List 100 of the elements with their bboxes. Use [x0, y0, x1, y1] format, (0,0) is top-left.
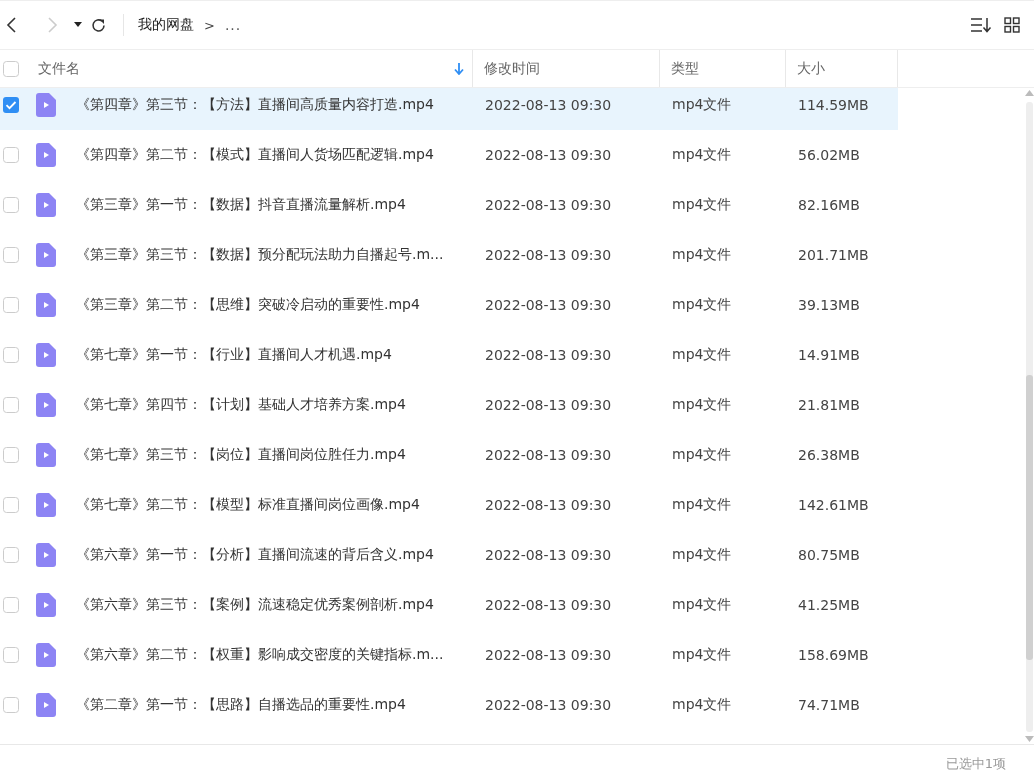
- video-file-icon: [36, 393, 56, 417]
- video-file-icon: [36, 593, 56, 617]
- modified-time: 2022-08-13 09:30: [484, 297, 613, 313]
- file-name: 《第七章》第一节：【行业】直播间人才机遇.mp4: [76, 346, 393, 364]
- video-file-icon: [36, 643, 56, 667]
- sort-icon[interactable]: [970, 17, 992, 33]
- file-name: 《第六章》第二节：【权重】影响成交密度的关键指标.m...: [76, 646, 445, 664]
- breadcrumb-more[interactable]: ...: [224, 17, 242, 33]
- video-file-icon: [36, 543, 56, 567]
- video-file-icon: [36, 443, 56, 467]
- file-row[interactable]: 《第四章》第二节：【模式】直播间人货场匹配逻辑.mp4 2022-08-13 09:30 mp4文件 56.02MB: [0, 130, 898, 180]
- file-size: 26.38MB: [797, 447, 860, 463]
- file-size: 114.59MB: [797, 97, 869, 113]
- modified-time: 2022-08-13 09:30: [484, 197, 613, 213]
- file-type: mp4文件: [671, 596, 733, 614]
- file-name: 《第三章》第二节：【思维】突破冷启动的重要性.mp4: [76, 296, 421, 314]
- file-size: 39.13MB: [797, 297, 860, 313]
- modified-time: 2022-08-13 09:30: [484, 447, 613, 463]
- row-checkbox[interactable]: [3, 147, 19, 163]
- row-checkbox[interactable]: [3, 697, 19, 713]
- modified-time: 2022-08-13 09:30: [484, 547, 613, 563]
- scrollbar-thumb[interactable]: [1026, 375, 1033, 660]
- scroll-down-icon[interactable]: [1025, 736, 1034, 742]
- row-checkbox[interactable]: [3, 247, 19, 263]
- breadcrumb-separator: >: [204, 17, 215, 33]
- file-row[interactable]: 《第二章》第一节：【思路】自播选品的重要性.mp4 2022-08-13 09:30 mp4文件 74.71MB: [0, 680, 898, 730]
- file-name: 《第七章》第四节：【计划】基础人才培养方案.mp4: [76, 396, 407, 414]
- modified-time: 2022-08-13 09:30: [484, 697, 613, 713]
- row-checkbox[interactable]: [3, 597, 19, 613]
- video-file-icon: [36, 143, 56, 167]
- file-name: 《第二章》第一节：【思路】自播选品的重要性.mp4: [76, 696, 407, 714]
- selection-count: 已选中1项: [945, 754, 1006, 773]
- file-name: 《第四章》第三节：【方法】直播间高质量内容打造.mp4: [76, 96, 435, 114]
- modified-time: 2022-08-13 09:30: [484, 347, 613, 363]
- refresh-icon[interactable]: [90, 16, 107, 34]
- breadcrumb-link[interactable]: 我的网盘: [138, 16, 194, 34]
- file-type: mp4文件: [671, 696, 733, 714]
- modified-time: 2022-08-13 09:30: [484, 97, 613, 113]
- file-name: 《第六章》第一节：【分析】直播间流速的背后含义.mp4: [76, 546, 435, 564]
- video-file-icon: [36, 243, 56, 267]
- row-checkbox[interactable]: [3, 647, 19, 663]
- file-row[interactable]: 《第三章》第三节：【数据】预分配玩法助力自播起号.m... 2022-08-13 09:30 mp4文件 201.71MB: [0, 230, 898, 280]
- file-size: 80.75MB: [797, 547, 860, 563]
- file-size: 82.16MB: [797, 197, 860, 213]
- modified-time: 2022-08-13 09:30: [484, 397, 613, 413]
- file-type: mp4文件: [671, 396, 733, 414]
- file-name: 《第三章》第三节：【数据】预分配玩法助力自播起号.m...: [76, 246, 445, 264]
- file-row[interactable]: 《第三章》第二节：【思维】突破冷启动的重要性.mp4 2022-08-13 09:30 mp4文件 39.13MB: [0, 280, 898, 330]
- file-name: 《第四章》第二节：【模式】直播间人货场匹配逻辑.mp4: [76, 146, 435, 164]
- video-file-icon: [36, 293, 56, 317]
- file-size: 142.61MB: [797, 497, 869, 513]
- file-row[interactable]: 《第六章》第三节：【案例】流速稳定优秀案例剖析.mp4 2022-08-13 09:30 mp4文件 41.25MB: [0, 580, 898, 630]
- column-header[interactable]: 文件名: [38, 59, 80, 78]
- file-row[interactable]: 《第七章》第二节：【模型】标准直播间岗位画像.mp4 2022-08-13 09:30 mp4文件 142.61MB: [0, 480, 898, 530]
- scroll-up-icon[interactable]: [1025, 90, 1034, 96]
- row-checkbox[interactable]: [3, 547, 19, 563]
- file-type: mp4文件: [671, 196, 733, 214]
- modified-time: 2022-08-13 09:30: [484, 597, 613, 613]
- file-row[interactable]: 《第六章》第一节：【分析】直播间流速的背后含义.mp4 2022-08-13 09:30 mp4文件 80.75MB: [0, 530, 898, 580]
- file-type: mp4文件: [671, 146, 733, 164]
- file-name: 《第七章》第二节：【模型】标准直播间岗位画像.mp4: [76, 496, 421, 514]
- file-type: mp4文件: [671, 446, 733, 464]
- file-type: mp4文件: [671, 296, 733, 314]
- row-checkbox[interactable]: [3, 397, 19, 413]
- row-checkbox[interactable]: [3, 297, 19, 313]
- file-row[interactable]: 《第四章》第三节：【方法】直播间高质量内容打造.mp4 2022-08-13 09:30 mp4文件 114.59MB: [0, 88, 898, 130]
- file-row[interactable]: 《第七章》第一节：【行业】直播间人才机遇.mp4 2022-08-13 09:30 mp4文件 14.91MB: [0, 330, 898, 380]
- column-header[interactable]: 修改时间: [484, 59, 540, 78]
- video-file-icon: [36, 93, 56, 117]
- row-checkbox[interactable]: [3, 497, 19, 513]
- select-all-checkbox[interactable]: [3, 61, 19, 77]
- file-row[interactable]: 《第七章》第三节：【岗位】直播间岗位胜任力.mp4 2022-08-13 09:30 mp4文件 26.38MB: [0, 430, 898, 480]
- file-row[interactable]: 《第七章》第四节：【计划】基础人才培养方案.mp4 2022-08-13 09:30 mp4文件 21.81MB: [0, 380, 898, 430]
- file-size: 56.02MB: [797, 147, 860, 163]
- column-header[interactable]: 类型: [671, 59, 699, 78]
- row-checkbox[interactable]: [3, 347, 19, 363]
- file-row[interactable]: 《第六章》第二节：【权重】影响成交密度的关键指标.m... 2022-08-13 09:30 mp4文件 158.69MB: [0, 630, 898, 680]
- video-file-icon: [36, 693, 56, 717]
- file-name: 《第三章》第一节：【数据】抖音直播流量解析.mp4: [76, 196, 407, 214]
- modified-time: 2022-08-13 09:30: [484, 497, 613, 513]
- file-size: 74.71MB: [797, 697, 860, 713]
- file-type: mp4文件: [671, 346, 733, 364]
- modified-time: 2022-08-13 09:30: [484, 647, 613, 663]
- modified-time: 2022-08-13 09:30: [484, 147, 613, 163]
- file-row[interactable]: 《第三章》第一节：【数据】抖音直播流量解析.mp4 2022-08-13 09:30 mp4文件 82.16MB: [0, 180, 898, 230]
- column-header[interactable]: 大小: [797, 59, 825, 78]
- video-file-icon: [36, 193, 56, 217]
- row-checkbox[interactable]: [3, 197, 19, 213]
- row-checkbox[interactable]: [3, 447, 19, 463]
- modified-time: 2022-08-13 09:30: [484, 247, 613, 263]
- row-checkbox[interactable]: [3, 97, 19, 113]
- file-type: mp4文件: [671, 646, 733, 664]
- video-file-icon: [36, 493, 56, 517]
- file-type: mp4文件: [671, 96, 733, 114]
- file-name: 《第六章》第三节：【案例】流速稳定优秀案例剖析.mp4: [76, 596, 435, 614]
- file-type: mp4文件: [671, 496, 733, 514]
- dropdown-caret-icon[interactable]: [74, 22, 82, 28]
- file-size: 41.25MB: [797, 597, 860, 613]
- grid-view-icon[interactable]: [1004, 17, 1020, 33]
- file-size: 14.91MB: [797, 347, 860, 363]
